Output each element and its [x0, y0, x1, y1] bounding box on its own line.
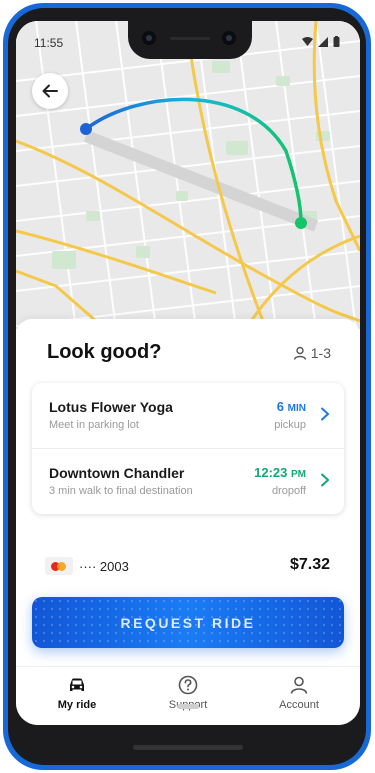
dropoff-eta: 12:23 PM [254, 465, 306, 480]
sheet-title: Look good? [47, 341, 162, 363]
person-icon [293, 346, 306, 360]
wifi-icon [302, 36, 313, 46]
pickup-eta: 6 MIN [276, 399, 306, 414]
battery-icon [333, 36, 340, 47]
dropoff-place: Downtown Chandler [49, 465, 185, 481]
nav-account[interactable]: Account [249, 674, 349, 711]
dropoff-row[interactable]: Downtown Chandler 3 min walk to final de… [32, 449, 344, 514]
pickup-row[interactable]: Lotus Flower Yoga Meet in parking lot 6 … [32, 383, 344, 448]
trip-card: Lotus Flower Yoga Meet in parking lot 6 … [32, 383, 344, 514]
pickup-marker[interactable] [80, 123, 92, 135]
nav-account-label: Account [279, 699, 319, 711]
nav-my-ride-label: My ride [57, 699, 97, 711]
passenger-count[interactable]: 1-3 [293, 345, 331, 361]
dropoff-note: 3 min walk to final destination [49, 485, 193, 497]
bottom-speaker [133, 745, 243, 750]
mastercard-icon [45, 557, 73, 575]
ride-price: $7.32 [289, 556, 330, 573]
bottom-nav: My ride Support Account [16, 666, 360, 725]
chevron-right-icon [321, 407, 330, 421]
ride-summary-sheet: Look good? 1-3 Lotus Flower Yoga Meet in… [16, 319, 360, 725]
dropoff-eta-label: dropoff [271, 485, 306, 497]
front-camera [142, 31, 156, 45]
dropoff-marker[interactable] [295, 217, 307, 229]
home-indicator[interactable] [177, 704, 199, 709]
back-button[interactable] [32, 73, 68, 109]
arrow-left-icon [42, 84, 58, 98]
car-icon [70, 678, 84, 691]
status-icons [302, 36, 340, 47]
app-screen: 11:55 Look good? 1-3 Lotus Flower Yoga M… [16, 21, 360, 725]
request-ride-label: REQUEST RIDE [120, 614, 256, 631]
pickup-place: Lotus Flower Yoga [49, 399, 173, 415]
payment-method[interactable]: ···· 2003 [45, 557, 129, 575]
help-icon [178, 675, 198, 695]
signal-icon [318, 36, 328, 47]
earpiece [170, 37, 210, 40]
passenger-count-label: 1-3 [310, 345, 331, 361]
person-icon [290, 676, 308, 694]
map-canvas [16, 21, 360, 330]
pickup-eta-label: pickup [274, 419, 306, 431]
chevron-right-icon [321, 473, 330, 487]
status-time: 11:55 [34, 36, 64, 50]
front-sensor [222, 31, 236, 45]
map-view[interactable]: 11:55 [16, 21, 360, 330]
pickup-note: Meet in parking lot [49, 419, 139, 431]
nav-my-ride[interactable]: My ride [27, 674, 127, 711]
camera-notch [128, 21, 252, 59]
request-ride-button[interactable]: REQUEST RIDE [32, 597, 344, 648]
card-number: ···· 2003 [79, 558, 129, 574]
